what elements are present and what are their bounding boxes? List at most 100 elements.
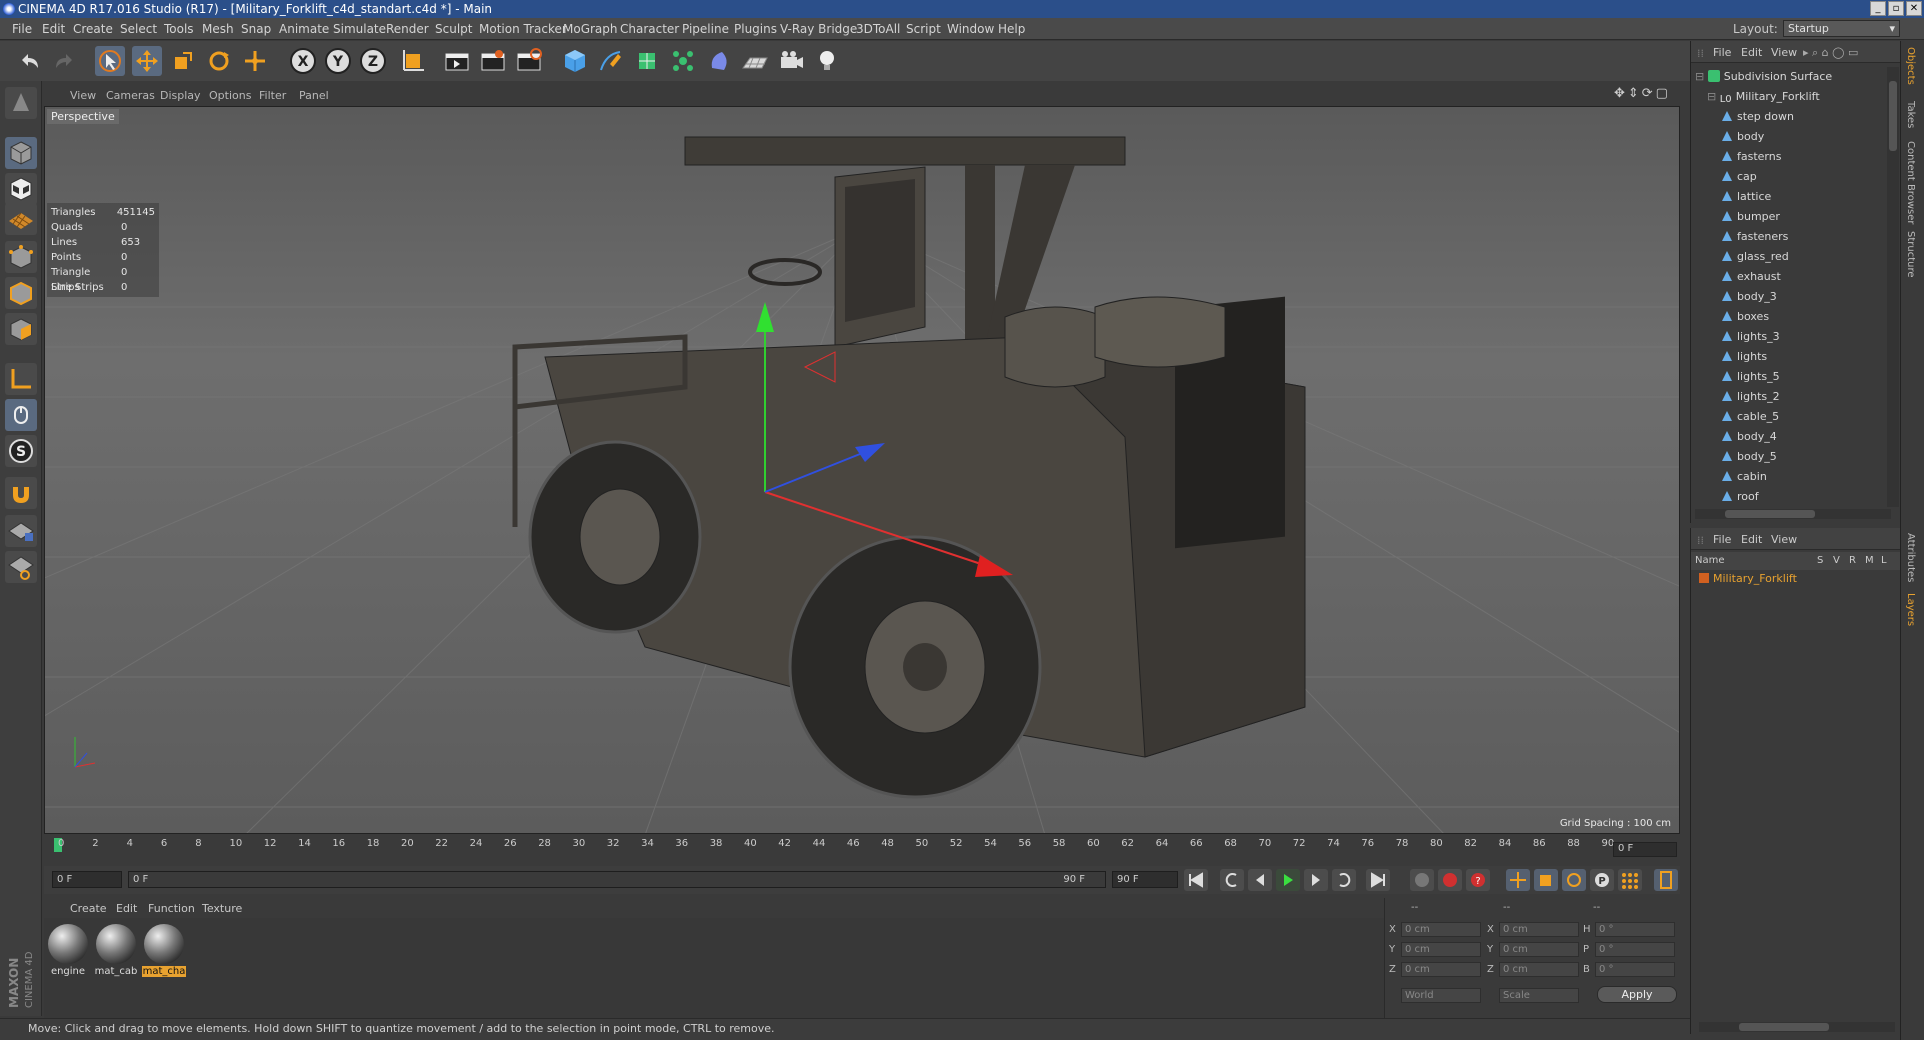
forklift-model[interactable] xyxy=(512,136,1306,799)
menu-file[interactable]: File xyxy=(12,22,32,36)
coordinate-system-icon[interactable] xyxy=(398,46,428,76)
previous-frame-icon[interactable] xyxy=(1248,869,1272,891)
rotation-key-icon[interactable] xyxy=(1562,869,1586,891)
model-mode-icon[interactable] xyxy=(5,137,37,169)
material-menu-create[interactable]: Create xyxy=(70,902,107,915)
material-menu-function[interactable]: Function xyxy=(148,902,195,915)
menu-script[interactable]: Script xyxy=(906,22,941,36)
menu-sculpt[interactable]: Sculpt xyxy=(435,22,472,36)
tab-objects[interactable]: Objects xyxy=(1905,47,1916,85)
tab-takes[interactable]: Takes xyxy=(1905,101,1916,128)
tab-layers[interactable]: Layers xyxy=(1905,593,1916,626)
record-active-objects-icon[interactable] xyxy=(1438,869,1462,891)
viewport-menu-cameras[interactable]: Cameras xyxy=(106,89,155,102)
layer-manager-scrollbar[interactable] xyxy=(1699,1022,1895,1032)
menu-simulate[interactable]: Simulate xyxy=(333,22,386,36)
tree-item-object[interactable]: cabin xyxy=(1721,467,1767,487)
start-frame-field[interactable]: 0 F xyxy=(52,871,122,888)
menu-create[interactable]: Create xyxy=(73,22,113,36)
x-axis-lock-icon[interactable]: X xyxy=(288,46,318,76)
viewport-menu-view[interactable]: View xyxy=(70,89,96,102)
menu-snap[interactable]: Snap xyxy=(241,22,271,36)
minimize-button[interactable]: _ xyxy=(1870,1,1886,16)
menu-character[interactable]: Character xyxy=(620,22,679,36)
menu-pipeline[interactable]: Pipeline xyxy=(682,22,729,36)
workplane-mode-icon[interactable] xyxy=(5,203,37,235)
tree-item-object[interactable]: lights_2 xyxy=(1721,387,1780,407)
menu-select[interactable]: Select xyxy=(120,22,157,36)
tree-item-object[interactable]: bumper xyxy=(1721,207,1780,227)
layer-row-military-forklift[interactable]: Military_Forklift xyxy=(1699,572,1797,585)
redo-icon[interactable] xyxy=(50,46,80,76)
tree-item-object[interactable]: body_5 xyxy=(1721,447,1777,467)
rotation-p-field[interactable]: 0 ° xyxy=(1595,942,1675,957)
layer-color-swatch[interactable] xyxy=(1699,573,1709,583)
panel-grip-icon[interactable]: ⁞⁞ xyxy=(1697,534,1704,547)
rotation-h-field[interactable]: 0 ° xyxy=(1595,922,1675,937)
render-view-icon[interactable] xyxy=(442,46,472,76)
current-frame-field[interactable]: 0 F xyxy=(1613,842,1677,857)
menu-help[interactable]: Help xyxy=(998,22,1025,36)
timeline-window-icon[interactable] xyxy=(1654,869,1678,891)
material-menu-edit[interactable]: Edit xyxy=(116,902,137,915)
live-selection-icon[interactable] xyxy=(240,46,270,76)
go-to-end-icon[interactable] xyxy=(1366,869,1390,891)
next-key-icon[interactable] xyxy=(1332,869,1356,891)
menu-animate[interactable]: Animate xyxy=(279,22,329,36)
points-mode-icon[interactable] xyxy=(5,241,37,273)
play-forward-icon[interactable] xyxy=(1276,869,1300,891)
object-menu-file[interactable]: File xyxy=(1713,46,1731,59)
menu-motion-tracker[interactable]: Motion Tracker xyxy=(479,22,567,36)
position-x-field[interactable]: 0 cm xyxy=(1401,922,1481,937)
previous-key-icon[interactable] xyxy=(1220,869,1244,891)
tree-item-object[interactable]: lights_3 xyxy=(1721,327,1780,347)
scale-tool-icon[interactable] xyxy=(168,46,198,76)
position-y-field[interactable]: 0 cm xyxy=(1401,942,1481,957)
position-z-field[interactable]: 0 cm xyxy=(1401,962,1481,977)
tree-item-military-forklift[interactable]: ⊟ L0 Military_Forklift xyxy=(1707,87,1820,107)
size-z-field[interactable]: 0 cm xyxy=(1499,962,1579,977)
menu-edit[interactable]: Edit xyxy=(42,22,65,36)
tree-item-object[interactable]: fasterns xyxy=(1721,147,1781,167)
light-icon[interactable] xyxy=(812,46,842,76)
array-cloner-icon[interactable] xyxy=(668,46,698,76)
object-manager-toolbar-icons[interactable]: ▸ ⌕ ⌂ ◯ ▭ xyxy=(1803,46,1858,60)
layout-select[interactable]: Startup xyxy=(1783,20,1900,37)
tree-item-object[interactable]: boxes xyxy=(1721,307,1769,327)
point-level-animation-icon[interactable] xyxy=(1618,869,1642,891)
menu-tools[interactable]: Tools xyxy=(164,22,194,36)
menu-3dtoall[interactable]: 3DToAll xyxy=(856,22,900,36)
tree-item-object[interactable]: roof xyxy=(1721,487,1759,507)
viewport-menu-panel[interactable]: Panel xyxy=(299,89,329,102)
menu-plugins[interactable]: Plugins xyxy=(734,22,777,36)
viewport-navigation-icons[interactable]: ✥⇕⟳▢ xyxy=(1614,86,1671,101)
autokeying-icon[interactable]: ? xyxy=(1466,869,1490,891)
size-y-field[interactable]: 0 cm xyxy=(1499,942,1579,957)
cube-primitive-icon[interactable] xyxy=(560,46,590,76)
scale-key-icon[interactable] xyxy=(1534,869,1558,891)
enable-axis-icon[interactable] xyxy=(5,363,37,395)
tree-item-object[interactable]: body xyxy=(1721,127,1764,147)
undo-icon[interactable] xyxy=(14,46,44,76)
planar-workplane-icon[interactable] xyxy=(5,551,37,583)
object-menu-edit[interactable]: Edit xyxy=(1741,46,1762,59)
tree-item-object[interactable]: cable_5 xyxy=(1721,407,1779,427)
floor-scene-icon[interactable] xyxy=(740,46,770,76)
menu-render[interactable]: Render xyxy=(386,22,429,36)
go-to-start-icon[interactable] xyxy=(1184,869,1208,891)
position-key-icon[interactable] xyxy=(1506,869,1530,891)
tree-item-object[interactable]: body_3 xyxy=(1721,287,1777,307)
rotate-tool-icon[interactable] xyxy=(204,46,234,76)
render-to-picture-viewer-icon[interactable] xyxy=(478,46,508,76)
tree-item-object[interactable]: cap xyxy=(1721,167,1757,187)
z-axis-lock-icon[interactable]: Z xyxy=(358,46,388,76)
snap-magnet-icon[interactable] xyxy=(5,477,37,509)
select-tool-icon[interactable] xyxy=(95,46,125,76)
tree-item-object[interactable]: body_4 xyxy=(1721,427,1777,447)
object-menu-view[interactable]: View xyxy=(1771,46,1797,59)
y-axis-lock-icon[interactable]: Y xyxy=(323,46,353,76)
layer-menu-edit[interactable]: Edit xyxy=(1741,533,1762,546)
next-frame-icon[interactable] xyxy=(1304,869,1328,891)
render-settings-icon[interactable] xyxy=(514,46,544,76)
tree-item-object[interactable]: glass_red xyxy=(1721,247,1789,267)
